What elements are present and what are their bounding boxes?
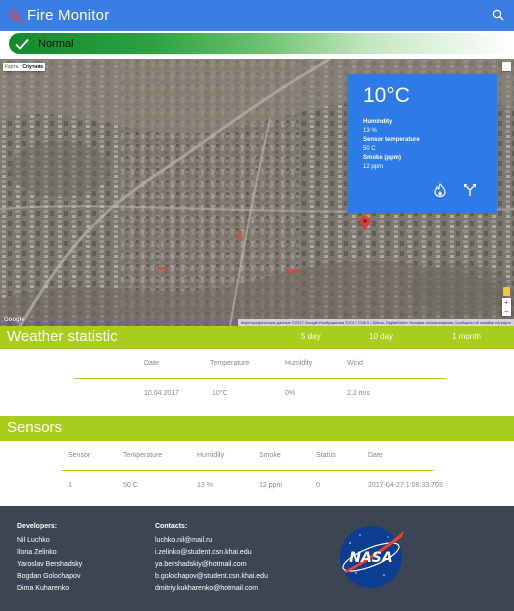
card-temperature: 10°C xyxy=(363,84,410,107)
sensors-cell-humidity: 13 % xyxy=(197,482,213,489)
map-type-map-button[interactable]: Карта xyxy=(3,63,20,71)
search-icon[interactable] xyxy=(492,9,504,21)
weather-col-wind: Wind xyxy=(347,360,363,367)
developer-name: Bogdan Golochapov xyxy=(17,573,81,580)
contact-email[interactable]: dmitriy.kukharenko@hotmail.com xyxy=(155,585,258,592)
fire-monitor-app: Fire Monitor Normal Карта Спутник + − Go… xyxy=(0,0,514,611)
sensors-table-divider xyxy=(61,470,433,471)
tab-5-day[interactable]: 5 day xyxy=(301,326,341,347)
sensors-cell-temperature: 50 C xyxy=(123,482,138,489)
status-bar: Normal xyxy=(9,33,514,54)
weather-cell-humidity: 0% xyxy=(285,390,296,397)
zoom-in-button[interactable]: + xyxy=(502,298,511,307)
sensors-cell-status: 0 xyxy=(316,482,320,489)
developer-name: Dima Kuharenko xyxy=(17,585,70,592)
check-icon xyxy=(15,38,29,50)
page-footer: Developers: Nil Luchko Ilona Zelinko Yar… xyxy=(0,506,514,611)
weather-col-temperature: Temperature xyxy=(210,360,250,367)
sensors-col-status: Status xyxy=(316,452,336,459)
sensors-header-underline xyxy=(0,439,514,441)
sensors-cell-smoke: 12 ppm xyxy=(259,482,283,489)
zoom-control: + − xyxy=(502,298,511,316)
weather-cell-temperature: 10°C xyxy=(212,390,228,397)
map-attribution[interactable]: Картографические данные ©2017 Google Изо… xyxy=(238,319,514,326)
nasa-logo: NASA xyxy=(340,526,404,588)
fire-icon[interactable] xyxy=(433,183,447,197)
sensors-cell-sensor: 1 xyxy=(68,482,72,489)
map-type-switcher: Карта Спутник xyxy=(3,63,45,71)
nasa-logo-text: NASA xyxy=(349,550,392,566)
google-logo: Google xyxy=(4,317,25,323)
sensors-col-temperature: Temperature xyxy=(123,452,163,459)
weather-info-card: 10°C Humindity 13 % Sensor temperature 5… xyxy=(347,74,497,213)
weather-statistic-header: Weather statistic 5 day 10 day 1 month xyxy=(0,326,514,347)
sensor-temperature-label: Sensor temperature xyxy=(363,137,420,143)
developers-title: Developers: xyxy=(17,523,58,530)
developer-name: Ilona Zelinko xyxy=(17,549,57,556)
sensors-header: Sensors xyxy=(0,416,514,439)
sensors-title: Sensors xyxy=(7,419,63,436)
weather-statistic-title: Weather statistic xyxy=(7,328,118,345)
humidity-label: Humindity xyxy=(363,119,393,125)
contact-email[interactable]: i.zelinko@student.csn.khai.edu xyxy=(155,549,252,556)
app-title: Fire Monitor xyxy=(27,7,110,24)
tab-1-month[interactable]: 1 month xyxy=(452,326,492,347)
sensors-cell-date: 2017-04-27 1:06:33.703 xyxy=(368,482,443,489)
sensors-col-sensor: Sensor xyxy=(68,452,91,459)
map-type-satellite-button[interactable]: Спутник xyxy=(20,63,45,71)
magnifier-fire-icon[interactable] xyxy=(8,9,22,23)
weather-col-date: Date xyxy=(144,360,159,367)
developer-name: Nil Luchko xyxy=(17,537,50,544)
fullscreen-button[interactable] xyxy=(502,62,511,71)
contacts-title: Contacts: xyxy=(155,523,188,530)
app-header: Fire Monitor xyxy=(0,0,514,31)
weather-table-header: Date Temperature Humidity Wind xyxy=(0,360,514,370)
contact-email[interactable]: luchko.nil@mail.ru xyxy=(155,537,212,544)
contact-email[interactable]: ya.bershadskiy@hotmail.com xyxy=(155,561,247,568)
sensor-temperature-value: 50 C xyxy=(363,146,376,152)
table-row: 10.04.2017 10°C 0% 2.2 m/s xyxy=(0,390,514,400)
table-row: 1 50 C 13 % 12 ppm 0 2017-04-27 1:06:33.… xyxy=(0,482,514,492)
smoke-value: 12 ppm xyxy=(363,164,384,170)
map-marker-icon[interactable] xyxy=(360,216,370,230)
smoke-label: Smoke (ppm) xyxy=(363,155,402,161)
zoom-out-button[interactable]: − xyxy=(502,307,511,316)
street-view-pegman-icon[interactable] xyxy=(503,287,510,296)
status-label: Normal xyxy=(38,37,74,50)
fork-arrow-icon[interactable] xyxy=(463,183,477,197)
contact-email[interactable]: b.golochapov@student.csn.khai.edu xyxy=(155,573,268,580)
weather-cell-wind: 2.2 m/s xyxy=(347,390,370,397)
humidity-value: 13 % xyxy=(363,128,377,134)
weather-cell-date: 10.04.2017 xyxy=(144,390,180,397)
weather-table-divider xyxy=(74,378,446,379)
sensors-col-smoke: Smoke xyxy=(259,452,281,459)
weather-header-underline xyxy=(0,347,514,349)
weather-col-humidity: Humidity xyxy=(285,360,313,367)
tab-10-day[interactable]: 10 day xyxy=(369,326,409,347)
card-actions xyxy=(433,183,477,197)
developer-name: Yaroslav Bershadsky xyxy=(17,561,83,568)
sensors-col-date: Date xyxy=(368,452,383,459)
sensors-table-header: Sensor Temperature Humidity Smoke Status… xyxy=(0,452,514,462)
sensors-col-humidity: Humidity xyxy=(197,452,225,459)
